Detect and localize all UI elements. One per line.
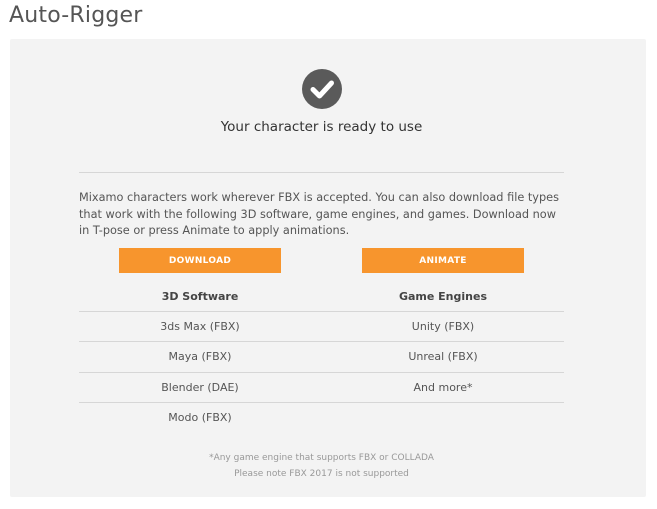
table-cell-engine: Unity (FBX) [411, 320, 475, 333]
page-title: Auto-Rigger [9, 3, 143, 28]
row-divider [79, 311, 564, 312]
row-divider [79, 341, 564, 342]
table-cell-engine: And more* [413, 381, 473, 394]
column-header-3d-software: 3D Software [161, 290, 239, 303]
divider [79, 172, 564, 173]
check-circle-icon [302, 69, 342, 109]
table-cell-software: Modo (FBX) [168, 411, 232, 424]
table-cell-engine: Unreal (FBX) [408, 350, 478, 363]
table-cell-software: Maya (FBX) [168, 350, 232, 363]
row-divider [79, 402, 564, 403]
row-divider [79, 372, 564, 373]
description-text: Mixamo characters work wherever FBX is a… [79, 191, 559, 237]
animate-button[interactable]: ANIMATE [362, 248, 524, 273]
status-message: Your character is ready to use [220, 119, 423, 135]
table-cell-software: 3ds Max (FBX) [160, 320, 240, 333]
download-button[interactable]: DOWNLOAD [119, 248, 281, 273]
table-cell-software: Blender (DAE) [161, 381, 239, 394]
footnote-engine: *Any game engine that supports FBX or CO… [209, 453, 434, 463]
footnote-fbx: Please note FBX 2017 is not supported [234, 469, 409, 479]
column-header-game-engines: Game Engines [398, 290, 488, 303]
